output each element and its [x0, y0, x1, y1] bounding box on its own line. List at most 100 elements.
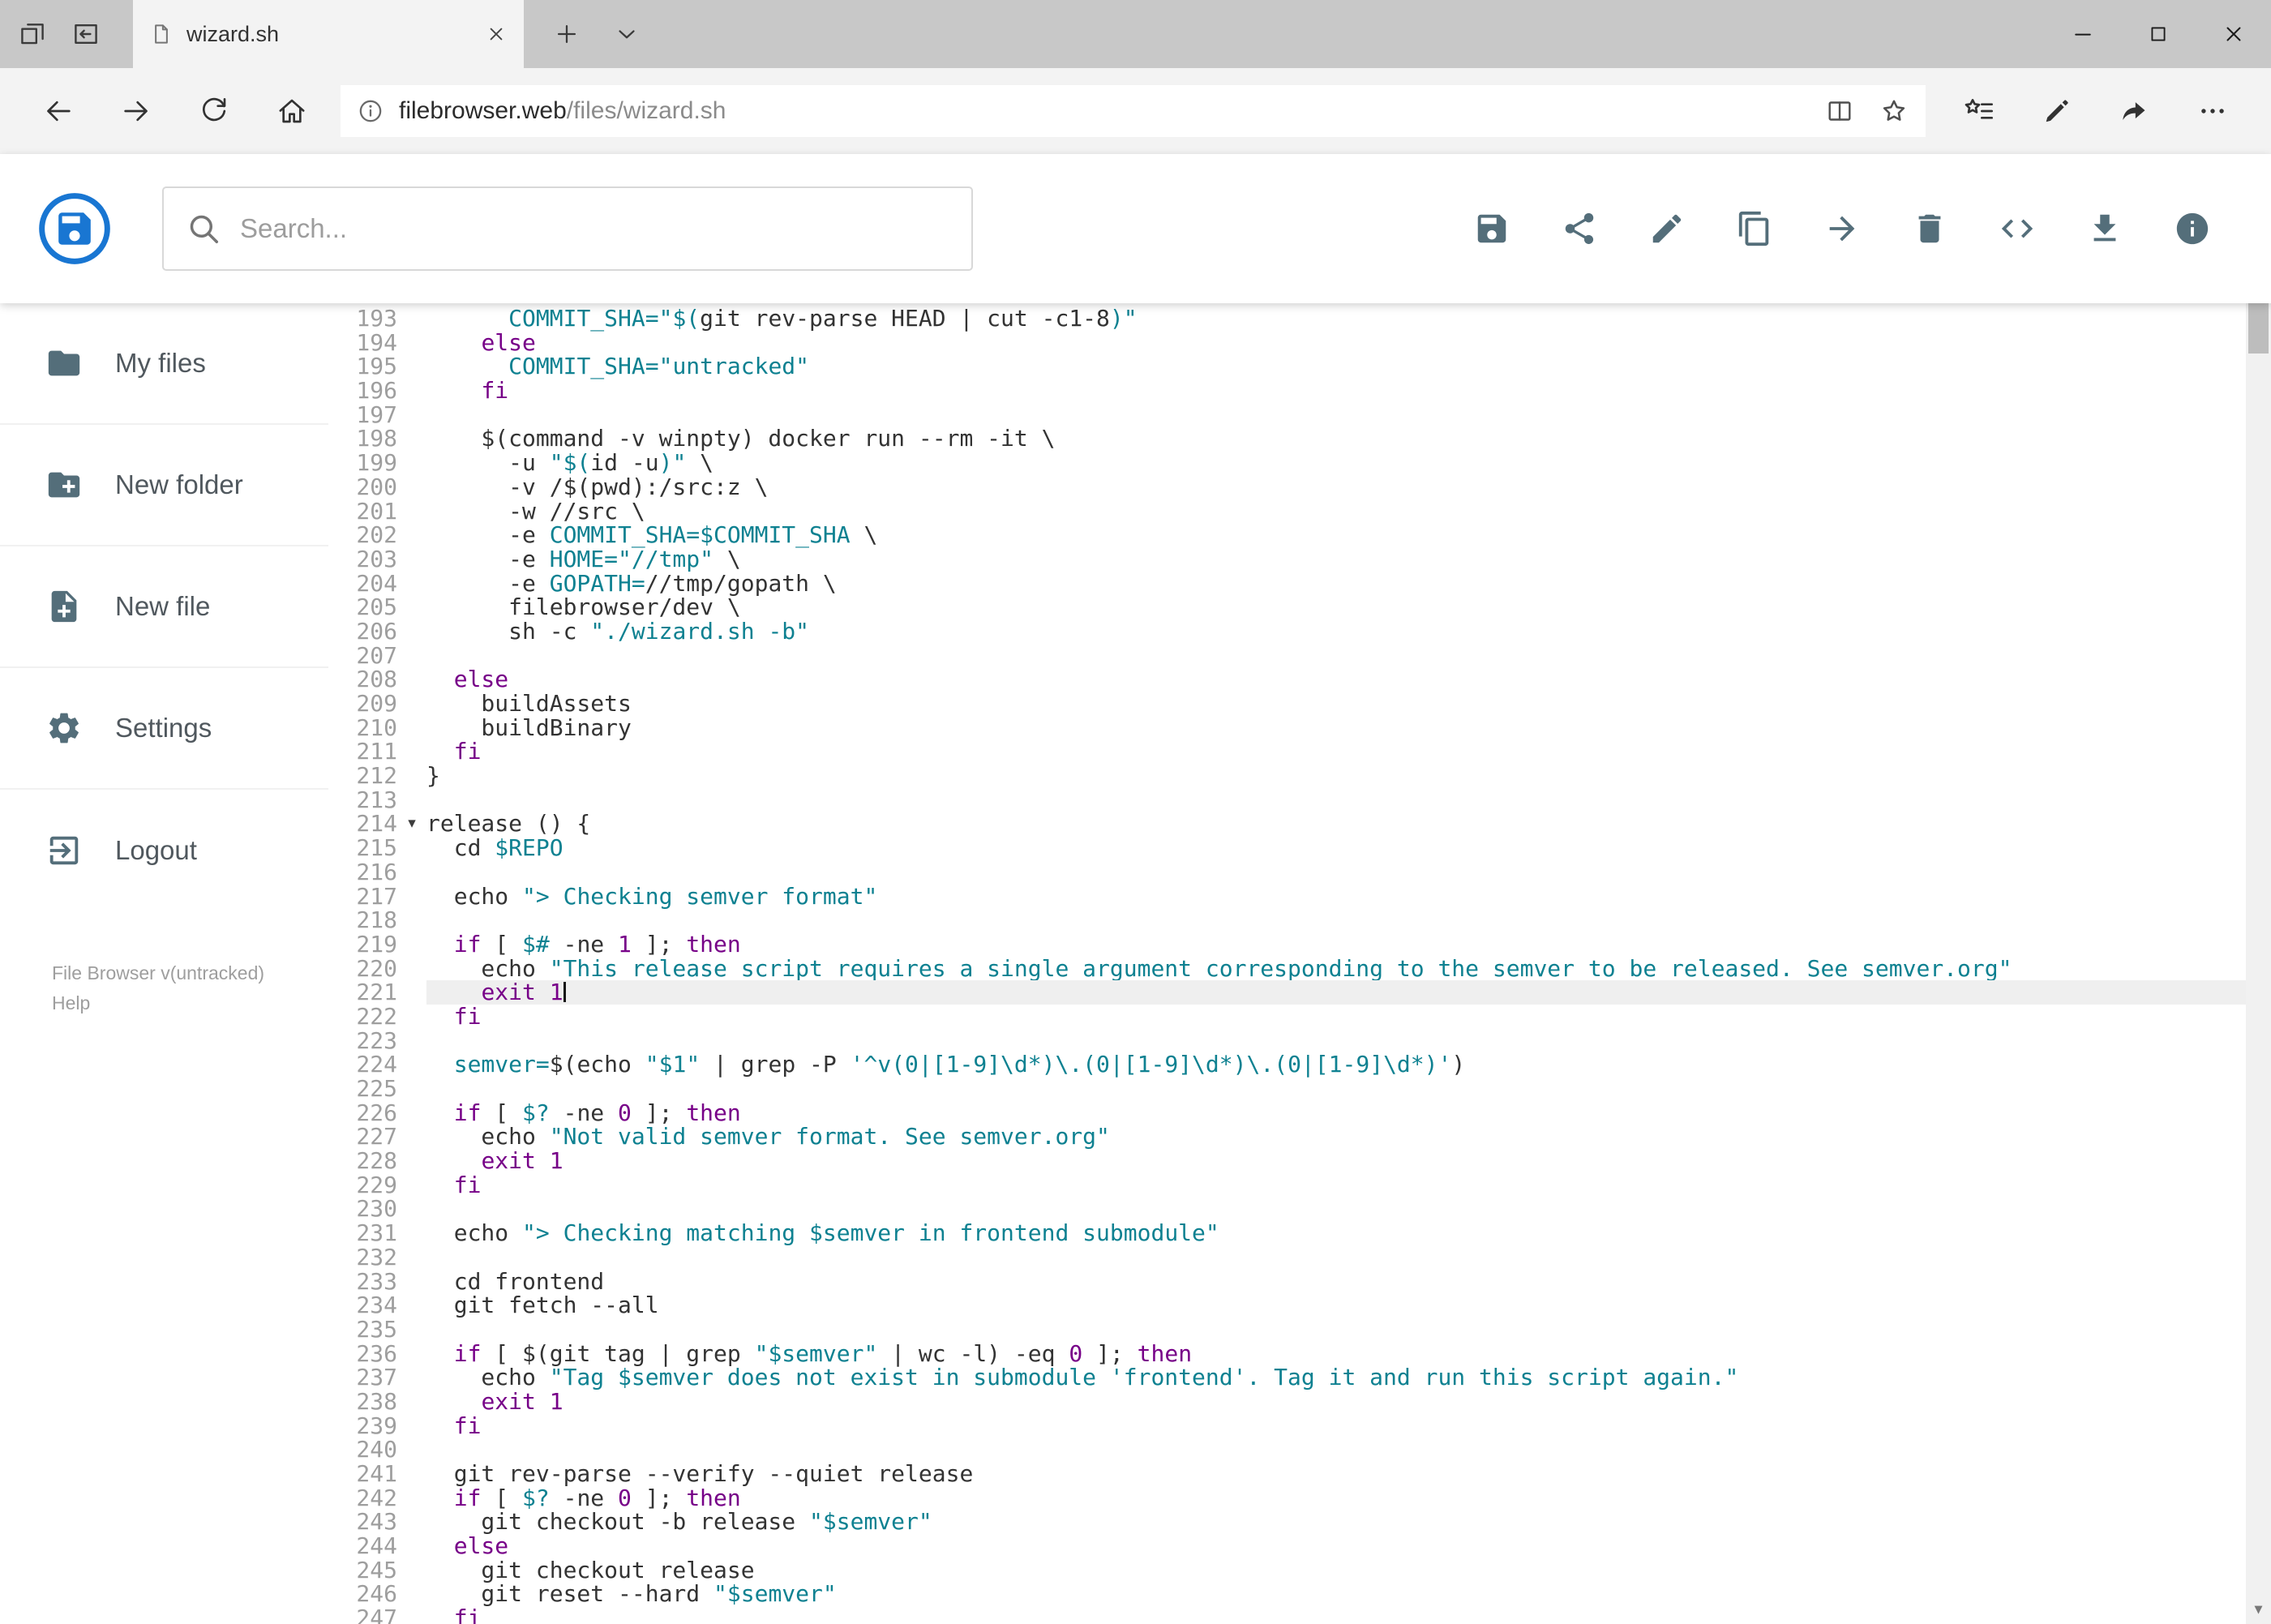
- code-line[interactable]: 230: [328, 1197, 2246, 1221]
- rename-pencil-button[interactable]: [1648, 210, 1686, 247]
- code-line[interactable]: 213: [328, 788, 2246, 812]
- copy-button[interactable]: [1736, 210, 1773, 247]
- code-text[interactable]: echo "> Checking semver format": [426, 884, 2246, 909]
- code-text[interactable]: -w //src \: [426, 499, 2246, 524]
- code-line[interactable]: 226 if [ $? -ne 0 ]; then: [328, 1100, 2246, 1125]
- code-text[interactable]: [426, 1029, 2246, 1053]
- code-line[interactable]: 208 else: [328, 667, 2246, 692]
- code-line[interactable]: 220 echo "This release script requires a…: [328, 956, 2246, 981]
- code-line[interactable]: 201 -w //src \: [328, 499, 2246, 524]
- code-text[interactable]: -v /$(pwd):/src:z \: [426, 474, 2246, 499]
- code-text[interactable]: else: [426, 667, 2246, 692]
- code-text[interactable]: else: [426, 1534, 2246, 1558]
- minimize-button[interactable]: [2045, 0, 2120, 68]
- code-line[interactable]: 193 COMMIT_SHA="$(git rev-parse HEAD | c…: [328, 306, 2246, 331]
- source-code-button[interactable]: [1999, 210, 2036, 247]
- code-line[interactable]: 229 fi: [328, 1172, 2246, 1198]
- code-text[interactable]: git checkout -b release "$semver": [426, 1510, 2246, 1534]
- code-text[interactable]: fi: [426, 1172, 2246, 1198]
- code-text[interactable]: git fetch --all: [426, 1293, 2246, 1318]
- site-info-icon[interactable]: [357, 97, 384, 125]
- tab-preview-chevron-icon[interactable]: [613, 0, 641, 68]
- share-icon[interactable]: [2096, 77, 2174, 145]
- code-text[interactable]: sh -c "./wizard.sh -b": [426, 619, 2246, 644]
- code-line[interactable]: 211 fi: [328, 739, 2246, 764]
- code-line[interactable]: 212}: [328, 764, 2246, 788]
- code-line[interactable]: 242 if [ $? -ne 0 ]; then: [328, 1485, 2246, 1510]
- code-line[interactable]: 227 echo "Not valid semver format. See s…: [328, 1125, 2246, 1149]
- code-text[interactable]: cd $REPO: [426, 836, 2246, 860]
- save-button[interactable]: [1473, 210, 1510, 247]
- tab-close-icon[interactable]: [485, 23, 508, 45]
- code-text[interactable]: echo "Not valid semver format. See semve…: [426, 1125, 2246, 1149]
- code-line[interactable]: 214 ▾ release () {: [328, 812, 2246, 836]
- code-text[interactable]: fi: [426, 1606, 2246, 1624]
- scroll-down-arrow-icon[interactable]: ▼: [2246, 1595, 2271, 1624]
- code-line[interactable]: 197: [328, 403, 2246, 427]
- favorite-star-icon[interactable]: [1879, 96, 1909, 126]
- code-line[interactable]: 218: [328, 908, 2246, 932]
- code-text[interactable]: exit 1: [426, 1390, 2246, 1414]
- code-line[interactable]: 240: [328, 1438, 2246, 1462]
- code-line[interactable]: 205 filebrowser/dev \: [328, 595, 2246, 619]
- close-window-button[interactable]: [2196, 0, 2271, 68]
- code-line[interactable]: 206 sh -c "./wizard.sh -b": [328, 619, 2246, 644]
- code-line[interactable]: 232: [328, 1245, 2246, 1270]
- sidebar-item-settings[interactable]: Settings: [0, 668, 328, 790]
- code-line[interactable]: 203 -e HOME="//tmp" \: [328, 547, 2246, 572]
- code-line[interactable]: 221 exit 1: [328, 980, 2246, 1005]
- code-line[interactable]: 209 buildAssets: [328, 692, 2246, 716]
- code-editor[interactable]: 193 COMMIT_SHA="$(git rev-parse HEAD | c…: [328, 303, 2246, 1624]
- sidebar-item-new-file[interactable]: New file: [0, 546, 328, 668]
- code-line[interactable]: 195 COMMIT_SHA="untracked": [328, 354, 2246, 379]
- code-line[interactable]: 196 fi: [328, 379, 2246, 403]
- code-text[interactable]: fi: [426, 739, 2246, 764]
- code-text[interactable]: cd frontend: [426, 1269, 2246, 1294]
- code-text[interactable]: [426, 1438, 2246, 1462]
- code-line[interactable]: 236 if [ $(git tag | grep "$semver" | wc…: [328, 1341, 2246, 1366]
- code-text[interactable]: -e COMMIT_SHA=$COMMIT_SHA \: [426, 523, 2246, 547]
- code-line[interactable]: 246 git reset --hard "$semver": [328, 1582, 2246, 1606]
- web-note-pen-icon[interactable]: [2018, 77, 2096, 145]
- fold-toggle-icon[interactable]: ▾: [397, 812, 426, 836]
- code-line[interactable]: 215 cd $REPO: [328, 836, 2246, 860]
- help-link[interactable]: Help: [52, 988, 90, 1018]
- new-tab-button[interactable]: [553, 0, 581, 68]
- code-line[interactable]: 237 echo "Tag $semver does not exist in …: [328, 1365, 2246, 1390]
- scrollbar-track[interactable]: [2246, 183, 2271, 1595]
- search-bar[interactable]: [162, 186, 973, 271]
- code-line[interactable]: 207: [328, 643, 2246, 668]
- code-text[interactable]: COMMIT_SHA="untracked": [426, 354, 2246, 379]
- code-text[interactable]: [426, 644, 2246, 668]
- url-field[interactable]: filebrowser.web/files/wizard.sh: [341, 85, 1926, 137]
- code-text[interactable]: echo "> Checking matching $semver in fro…: [426, 1221, 2246, 1245]
- show-set-aside-tabs-icon[interactable]: [18, 19, 47, 49]
- code-text[interactable]: [426, 788, 2246, 812]
- code-text[interactable]: [426, 403, 2246, 427]
- code-text[interactable]: fi: [426, 1413, 2246, 1438]
- back-button[interactable]: [19, 77, 97, 145]
- code-line[interactable]: 239 fi: [328, 1413, 2246, 1438]
- code-line[interactable]: 225: [328, 1077, 2246, 1101]
- code-text[interactable]: echo "Tag $semver does not exist in subm…: [426, 1365, 2246, 1390]
- sidebar-item-my-files[interactable]: My files: [0, 303, 328, 425]
- code-line[interactable]: 234 git fetch --all: [328, 1293, 2246, 1318]
- refresh-button[interactable]: [175, 77, 253, 145]
- code-line[interactable]: 223: [328, 1028, 2246, 1053]
- code-text[interactable]: if [ $# -ne 1 ]; then: [426, 932, 2246, 957]
- code-text[interactable]: buildBinary: [426, 715, 2246, 740]
- code-line[interactable]: 194 else: [328, 330, 2246, 355]
- code-text[interactable]: fi: [426, 1005, 2246, 1029]
- code-text[interactable]: if [ $? -ne 0 ]; then: [426, 1485, 2246, 1510]
- code-text[interactable]: echo "This release script requires a sin…: [426, 956, 2246, 981]
- code-text[interactable]: -u "$(id -u)" \: [426, 451, 2246, 475]
- code-text[interactable]: [426, 908, 2246, 932]
- code-line[interactable]: 216: [328, 860, 2246, 885]
- code-line[interactable]: 235: [328, 1318, 2246, 1342]
- code-text[interactable]: [426, 860, 2246, 885]
- code-text[interactable]: fi: [426, 379, 2246, 403]
- move-button[interactable]: [1823, 210, 1861, 247]
- code-text[interactable]: release () {: [426, 812, 2246, 836]
- code-line[interactable]: 202 -e COMMIT_SHA=$COMMIT_SHA \: [328, 523, 2246, 547]
- code-text[interactable]: exit 1: [426, 1149, 2246, 1173]
